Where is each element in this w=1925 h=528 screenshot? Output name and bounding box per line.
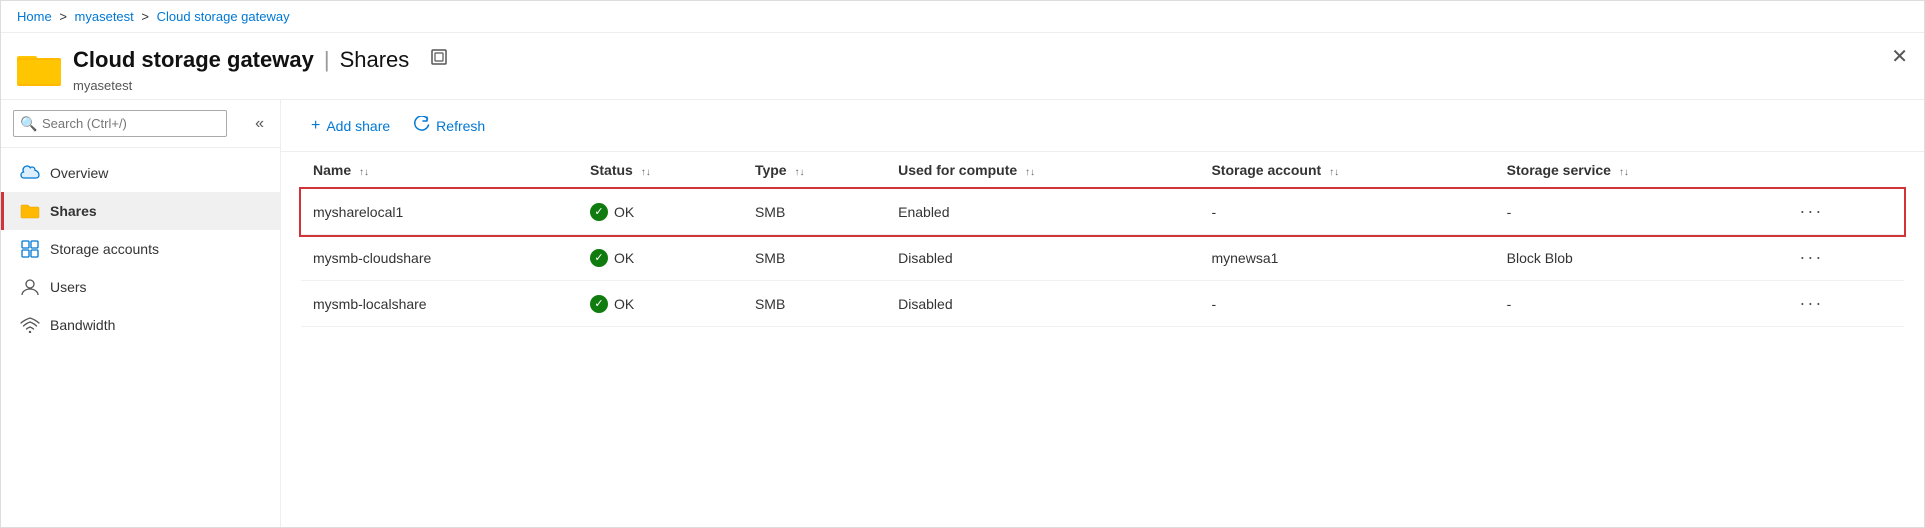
row3-actions: ··· [1779,281,1904,327]
collapse-button[interactable]: « [251,111,268,137]
body-layout: 🔍 « Overview [1,100,1924,527]
row2-compute: Disabled [886,235,1199,281]
row3-name: mysmb-localshare [301,281,578,327]
row1-more-button[interactable]: ··· [1791,199,1831,224]
row2-storage-account: mynewsa1 [1199,235,1494,281]
row3-more-button[interactable]: ··· [1791,291,1831,316]
wifi-icon [20,315,40,335]
folder-icon [20,201,40,221]
breadcrumb: Home > myasetest > Cloud storage gateway [1,1,1924,33]
cloud-icon [20,163,40,183]
add-share-label: Add share [326,118,390,134]
refresh-button[interactable]: Refresh [404,110,495,141]
header-actions [421,43,457,76]
page-title: Cloud storage gateway [73,47,314,73]
row3-storage-account: - [1199,281,1494,327]
sidebar-item-bandwidth[interactable]: Bandwidth [1,306,280,344]
row1-status: ✓ OK [578,189,743,235]
header-left: Cloud storage gateway | Shares myasetest [73,43,457,93]
sidebar-item-overview-label: Overview [50,165,108,181]
main-content: + Add share Refresh [281,100,1924,527]
row3-compute: Disabled [886,281,1199,327]
sort-storage-service-icon: ↑↓ [1619,167,1629,178]
pin-button[interactable] [421,43,457,76]
search-input[interactable] [13,110,227,137]
page-subtitle: Shares [340,47,410,73]
col-actions [1779,152,1904,189]
page-header-icon [17,50,61,86]
sidebar-nav: Overview Shares [1,148,280,350]
close-button[interactable]: ✕ [1891,47,1908,67]
row2-more-button[interactable]: ··· [1791,245,1831,270]
toolbar: + Add share Refresh [281,100,1924,152]
row1-type: SMB [743,189,886,235]
row3-status: ✓ OK [578,281,743,327]
sort-status-icon: ↑↓ [641,167,651,178]
table-body: mysharelocal1 ✓ OK SMB Enabled - - [301,189,1904,327]
sidebar-item-shares-label: Shares [50,203,97,219]
row2-status: ✓ OK [578,235,743,281]
row1-name: mysharelocal1 [301,189,578,235]
row1-compute: Enabled [886,189,1199,235]
table-header-row: Name ↑↓ Status ↑↓ Type ↑↓ [301,152,1904,189]
row3-storage-service: - [1495,281,1780,327]
add-share-button[interactable]: + Add share [301,111,400,141]
table-container: Name ↑↓ Status ↑↓ Type ↑↓ [281,152,1924,527]
refresh-label: Refresh [436,118,485,134]
col-storage-account[interactable]: Storage account ↑↓ [1199,152,1494,189]
sort-type-icon: ↑↓ [794,167,804,178]
row3-type: SMB [743,281,886,327]
sort-storage-account-icon: ↑↓ [1329,167,1339,178]
sidebar-item-bandwidth-label: Bandwidth [50,317,115,333]
status-dot-ok: ✓ [590,249,608,267]
header-title-row: Cloud storage gateway | Shares [73,43,457,76]
table-row[interactable]: mysharelocal1 ✓ OK SMB Enabled - - [301,189,1904,235]
breadcrumb-sep1: > [59,9,67,24]
search-wrapper: 🔍 [13,110,243,137]
sidebar-search-area: 🔍 « [1,100,280,148]
refresh-icon [414,116,430,135]
page-header: Cloud storage gateway | Shares myasetest… [1,33,1924,100]
sidebar-item-storage-accounts-label: Storage accounts [50,241,159,257]
breadcrumb-home[interactable]: Home [17,9,52,24]
sidebar-item-storage-accounts[interactable]: Storage accounts [1,230,280,268]
row2-type: SMB [743,235,886,281]
shares-table: Name ↑↓ Status ↑↓ Type ↑↓ [301,152,1904,327]
status-ok: ✓ OK [590,295,731,313]
breadcrumb-sep2: > [141,9,149,24]
row2-storage-service: Block Blob [1495,235,1780,281]
page-resource-name: myasetest [73,78,457,93]
col-used-for-compute[interactable]: Used for compute ↑↓ [886,152,1199,189]
sidebar-item-users[interactable]: Users [1,268,280,306]
sort-name-icon: ↑↓ [359,167,369,178]
status-dot-ok: ✓ [590,203,608,221]
sidebar-item-users-label: Users [50,279,87,295]
row1-storage-service: - [1495,189,1780,235]
table-header: Name ↑↓ Status ↑↓ Type ↑↓ [301,152,1904,189]
sidebar-item-shares[interactable]: Shares [1,192,280,230]
plus-icon: + [311,117,320,135]
sort-compute-icon: ↑↓ [1025,167,1035,178]
row1-storage-account: - [1199,189,1494,235]
breadcrumb-current[interactable]: Cloud storage gateway [157,9,290,24]
row1-actions: ··· [1779,189,1904,235]
breadcrumb-resource[interactable]: myasetest [75,9,134,24]
header-separator: | [324,47,330,73]
col-type[interactable]: Type ↑↓ [743,152,886,189]
row2-name: mysmb-cloudshare [301,235,578,281]
row2-actions: ··· [1779,235,1904,281]
sidebar-item-overview[interactable]: Overview [1,154,280,192]
col-name[interactable]: Name ↑↓ [301,152,578,189]
table-row[interactable]: mysmb-cloudshare ✓ OK SMB Disabled mynew… [301,235,1904,281]
table-row[interactable]: mysmb-localshare ✓ OK SMB Disabled - - [301,281,1904,327]
person-icon [20,277,40,297]
grid-icon [20,239,40,259]
status-ok: ✓ OK [590,203,731,221]
sidebar: 🔍 « Overview [1,100,281,527]
status-dot-ok: ✓ [590,295,608,313]
status-ok: ✓ OK [590,249,731,267]
col-status[interactable]: Status ↑↓ [578,152,743,189]
col-storage-service[interactable]: Storage service ↑↓ [1495,152,1780,189]
